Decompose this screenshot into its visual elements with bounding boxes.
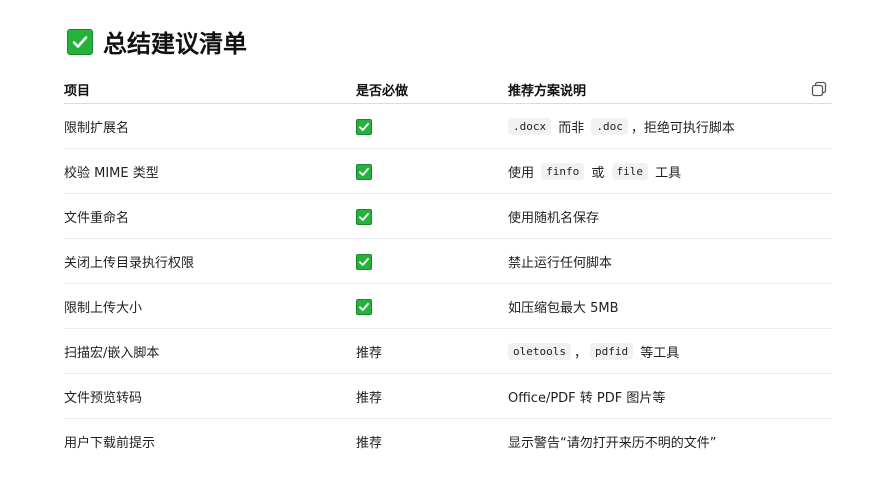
table-header: 项目 是否必做 推荐方案说明 [64, 72, 832, 104]
copy-icon[interactable] [810, 80, 828, 98]
inline-code: oletools [508, 343, 571, 360]
required-label: 推荐 [356, 346, 383, 361]
table-row: 用户下载前提示 推荐 显示警告“请勿打开来历不明的文件” [64, 419, 832, 464]
checklist-table: 项目 是否必做 推荐方案说明 限制扩展名 .docx 而非 .doc ，拒绝可执行脚… [64, 72, 832, 464]
item-name: 校验 MIME 类型 [64, 166, 159, 181]
description-text: 工具 [651, 166, 682, 181]
description: 使用随机名保存 [508, 194, 599, 239]
inline-code: file [611, 163, 649, 180]
check-mark-button-icon [356, 163, 372, 180]
description: 使用 finfo 或 file 工具 [508, 149, 681, 194]
required-cell [356, 149, 372, 194]
table-row: 文件预览转码 推荐 Office/PDF 转 PDF 图片等 [64, 374, 832, 419]
inline-code: pdfid [590, 343, 634, 360]
inline-code: .docx [508, 118, 552, 135]
page: 总结建议清单 项目 是否必做 推荐方案说明 限制扩展名 .docx 而非 .doc… [0, 0, 877, 504]
item-name: 限制扩展名 [64, 121, 130, 136]
description-text: 禁止运行任何脚本 [508, 256, 613, 271]
table-row: 关闭上传目录执行权限 禁止运行任何脚本 [64, 239, 832, 284]
item-name: 关闭上传目录执行权限 [64, 256, 195, 271]
inline-code: .doc [591, 118, 628, 135]
required-label: 推荐 [356, 436, 383, 451]
description: .docx 而非 .doc ，拒绝可执行脚本 [508, 104, 735, 149]
description-text: 使用 [508, 166, 539, 181]
table-body: 限制扩展名 .docx 而非 .doc ，拒绝可执行脚本校验 MIME 类型 使用 f… [64, 104, 832, 464]
item-name: 文件预览转码 [64, 391, 143, 406]
description-text: 显示警告“请勿打开来历不明的文件” [508, 436, 717, 451]
check-mark-button-icon [356, 118, 372, 135]
check-mark-button-icon [67, 28, 93, 55]
required-cell [356, 194, 372, 239]
description-text: 等工具 [636, 346, 680, 361]
description-text: 或 [587, 166, 609, 181]
required-label: 推荐 [356, 391, 383, 406]
table-row: 文件重命名 使用随机名保存 [64, 194, 832, 239]
description-text: ，拒绝可执行脚本 [630, 121, 735, 136]
description: oletools， pdfid 等工具 [508, 329, 679, 374]
column-header-required: 是否必做 [356, 84, 409, 99]
description-text: 使用随机名保存 [508, 211, 600, 226]
column-header-description: 推荐方案说明 [508, 84, 587, 99]
description-text: 如压缩包最大 5MB [508, 301, 619, 316]
required-cell [356, 239, 372, 284]
description-text: Office/PDF 转 PDF 图片等 [508, 391, 666, 406]
description: 如压缩包最大 5MB [508, 284, 619, 329]
table-row: 扫描宏/嵌入脚本 推荐 oletools， pdfid 等工具 [64, 329, 832, 374]
check-mark-button-icon [356, 298, 372, 315]
check-mark-button-icon [356, 253, 372, 270]
inline-code: finfo [541, 163, 585, 180]
column-header-item: 项目 [64, 84, 91, 99]
description: 禁止运行任何脚本 [508, 239, 612, 284]
required-cell [356, 284, 372, 329]
table-row: 限制扩展名 .docx 而非 .doc ，拒绝可执行脚本 [64, 104, 832, 149]
description-text: ， [573, 346, 587, 361]
item-name: 用户下载前提示 [64, 436, 156, 451]
section-heading: 总结建议清单 [67, 24, 247, 59]
description: 显示警告“请勿打开来历不明的文件” [508, 419, 716, 464]
table-row: 限制上传大小 如压缩包最大 5MB [64, 284, 832, 329]
item-name: 限制上传大小 [64, 301, 143, 316]
description-text: 而非 [554, 121, 589, 136]
item-name: 扫描宏/嵌入脚本 [64, 346, 160, 361]
item-name: 文件重命名 [64, 211, 130, 226]
section-title: 总结建议清单 [103, 30, 247, 58]
check-mark-button-icon [356, 208, 372, 225]
required-cell [356, 104, 372, 149]
table-row: 校验 MIME 类型 使用 finfo 或 file 工具 [64, 149, 832, 194]
description: Office/PDF 转 PDF 图片等 [508, 374, 665, 419]
